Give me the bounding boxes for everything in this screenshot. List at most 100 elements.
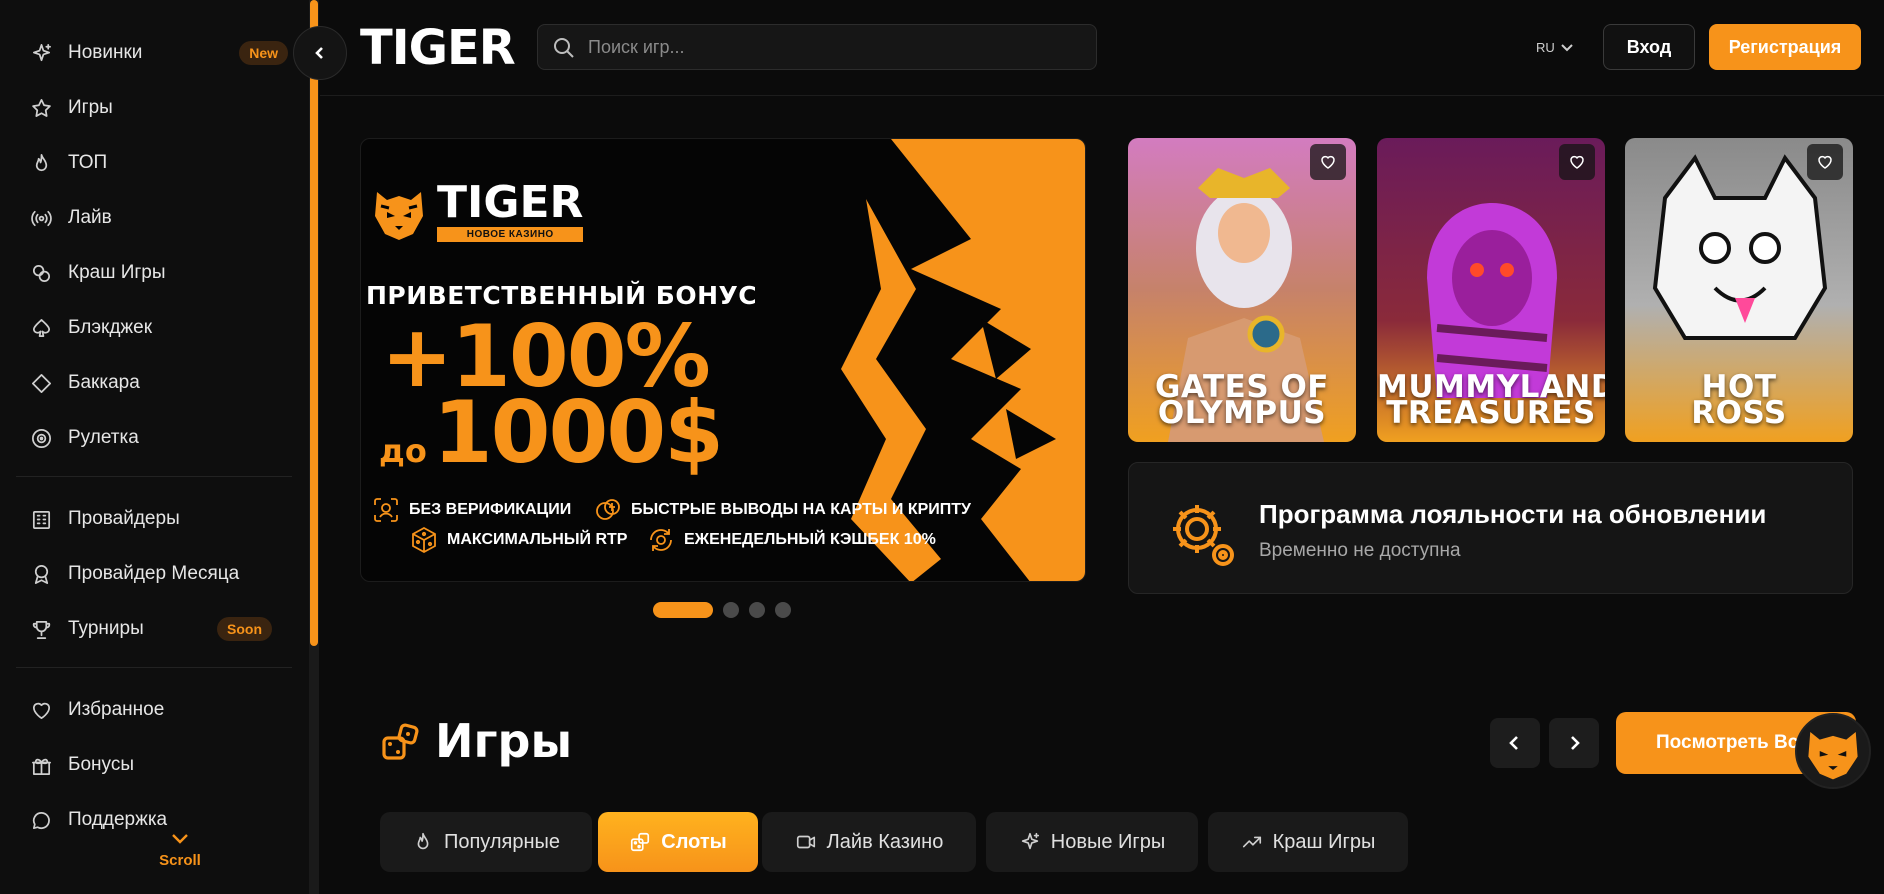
sidebar-item-label: Краш Игры (68, 262, 166, 283)
crash-icon (28, 260, 54, 286)
sidebar-item-label: Поддержка (68, 809, 168, 830)
sidebar-item-roulette[interactable]: Рулетка (28, 418, 290, 458)
promo-banner[interactable]: TIGER НОВОЕ КАЗИНО ПРИВЕТСТВЕННЫЙ БОНУС … (360, 138, 1086, 582)
sidebar-item-blackjack[interactable]: Блэкджек (28, 308, 290, 348)
login-button[interactable]: Вход (1603, 24, 1695, 70)
star-icon (28, 95, 54, 121)
tiger-face-icon (375, 191, 423, 240)
chevron-left-icon (1509, 736, 1518, 750)
banner-feature: БЕЗ ВЕРИФИКАЦИИ (371, 495, 571, 525)
sidebar-item-label: Провайдеры (68, 508, 180, 529)
sidebar-item-tournaments[interactable]: Турниры Soon (28, 609, 290, 649)
dice-icon (631, 832, 650, 852)
tab-popular[interactable]: Популярные (380, 812, 592, 872)
video-icon (796, 835, 815, 849)
tab-live-casino[interactable]: Лайв Казино (762, 812, 976, 872)
favorite-button[interactable] (1807, 144, 1843, 180)
favorite-button[interactable] (1310, 144, 1346, 180)
medal-icon (28, 561, 54, 587)
loyalty-title: Программа лояльности на обновлении (1259, 499, 1767, 529)
trend-icon (1242, 836, 1261, 848)
game-tile-title: HOT ROSS (1691, 369, 1787, 431)
sidebar-divider (16, 476, 292, 477)
pagination-dot-active[interactable] (653, 602, 713, 618)
sidebar-item-bonuses[interactable]: Бонусы (28, 745, 290, 785)
game-tile-gates-of-olympus[interactable]: GATES OF OLYMPUS (1128, 138, 1356, 442)
scrollbar-thumb[interactable] (310, 0, 318, 646)
sidebar-item-live[interactable]: Лайв (28, 198, 290, 238)
register-button[interactable]: Регистрация (1709, 24, 1861, 70)
tiger-mascot-icon[interactable] (1795, 713, 1871, 789)
sidebar-item-top[interactable]: ТОП (28, 143, 290, 183)
heart-icon (1570, 155, 1584, 169)
sidebar-divider (16, 667, 292, 668)
search-input[interactable] (588, 36, 1096, 58)
banner-logo-sub: НОВОЕ КАЗИНО (437, 227, 584, 242)
sidebar-item-label: Блэкджек (68, 317, 153, 338)
banner-amount-value: 1000$ (432, 383, 724, 483)
sidebar-item-label: Новинки (68, 42, 143, 63)
sidebar-item-baccarat[interactable]: Баккара (28, 363, 290, 403)
banner-feature-text: МАКСИМАЛЬНЫЙ RTP (447, 531, 628, 548)
sidebar-item-games[interactable]: Игры (28, 88, 290, 128)
banner-amount-prefix: до (379, 432, 427, 470)
pagination-dot[interactable] (749, 602, 765, 618)
sidebar-item-providers[interactable]: Провайдеры (28, 499, 290, 539)
sidebar-item-favorites[interactable]: Избранное (28, 690, 290, 730)
sidebar-item-label: Баккара (68, 372, 140, 393)
flame-icon (28, 150, 54, 176)
chat-icon (28, 807, 54, 833)
scroll-hint[interactable]: Scroll (150, 832, 210, 869)
app-root: Новинки New Игры ТОП Лайв Краш Игры Блэк… (0, 0, 1884, 894)
sidebar-item-crash[interactable]: Краш Игры (28, 253, 290, 293)
tab-crash-games[interactable]: Краш Игры (1208, 812, 1408, 872)
gift-icon (28, 752, 54, 778)
sidebar-item-label: Игры (68, 97, 113, 118)
search-bar[interactable] (537, 24, 1097, 70)
site-logo[interactable]: TIGER (360, 20, 516, 76)
game-tile-title: MUMMYLAND TREASURES (1377, 369, 1605, 431)
banner-feature: ЕЖЕНЕДЕЛЬНЫЙ КЭШБЕК 10% (646, 525, 936, 555)
tab-label: Новые Игры (1050, 830, 1166, 853)
heart-icon (28, 697, 54, 723)
dice-icon (412, 526, 436, 554)
tab-new-games[interactable]: Новые Игры (986, 812, 1198, 872)
broadcast-icon (28, 205, 54, 231)
pagination-dot[interactable] (775, 602, 791, 618)
games-prev-button[interactable] (1490, 718, 1540, 768)
language-selector[interactable]: RU (1536, 40, 1573, 55)
banner-title: ПРИВЕТСТВЕННЫЙ БОНУС (366, 281, 758, 310)
sidebar-item-label: ТОП (68, 152, 108, 173)
collapse-sidebar-button[interactable] (293, 26, 347, 80)
gear-icon (1173, 505, 1234, 566)
sidebar-item-label: Рулетка (68, 427, 139, 448)
tab-slots[interactable]: Слоты (598, 812, 758, 872)
sidebar-item-label: Провайдер Месяца (68, 563, 240, 584)
chevron-right-icon (1571, 736, 1580, 750)
pagination-dot[interactable] (723, 602, 739, 618)
sidebar-scrollbar[interactable] (309, 0, 319, 894)
banner-feature: БЫСТРЫЕ ВЫВОДЫ НА КАРТЫ И КРИПТУ (593, 495, 971, 525)
favorite-button[interactable] (1559, 144, 1595, 180)
roulette-icon (28, 425, 54, 451)
banner-logo-name: TIGER (437, 177, 584, 228)
diamond-icon (28, 370, 54, 396)
game-tile-hot-ross[interactable]: HOT ROSS (1625, 138, 1853, 442)
banner-feature-text: БЕЗ ВЕРИФИКАЦИИ (409, 501, 572, 518)
face-id-icon (374, 498, 398, 522)
loyalty-subtitle: Временно не доступна (1259, 540, 1461, 561)
building-icon (28, 506, 54, 532)
banner-pagination (653, 602, 791, 618)
sidebar-item-provider-month[interactable]: Провайдер Месяца (28, 554, 290, 594)
banner-logo: TIGER НОВОЕ КАЗИНО (369, 177, 584, 242)
sidebar-item-label: Лайв (68, 207, 112, 228)
banner-feature-text: ЕЖЕНЕДЕЛЬНЫЙ КЭШБЕК 10% (684, 531, 936, 548)
games-next-button[interactable] (1549, 718, 1599, 768)
sidebar: Новинки New Игры ТОП Лайв Краш Игры Блэк… (0, 0, 310, 894)
tab-label: Краш Игры (1272, 830, 1376, 853)
heart-icon (1321, 155, 1335, 169)
banner-feature-text: БЫСТРЫЕ ВЫВОДЫ НА КАРТЫ И КРИПТУ (631, 501, 971, 518)
sidebar-item-new[interactable]: Новинки New (28, 33, 290, 73)
game-tile-mummyland-treasures[interactable]: MUMMYLAND TREASURES (1377, 138, 1605, 442)
chevron-down-icon (1561, 43, 1573, 51)
